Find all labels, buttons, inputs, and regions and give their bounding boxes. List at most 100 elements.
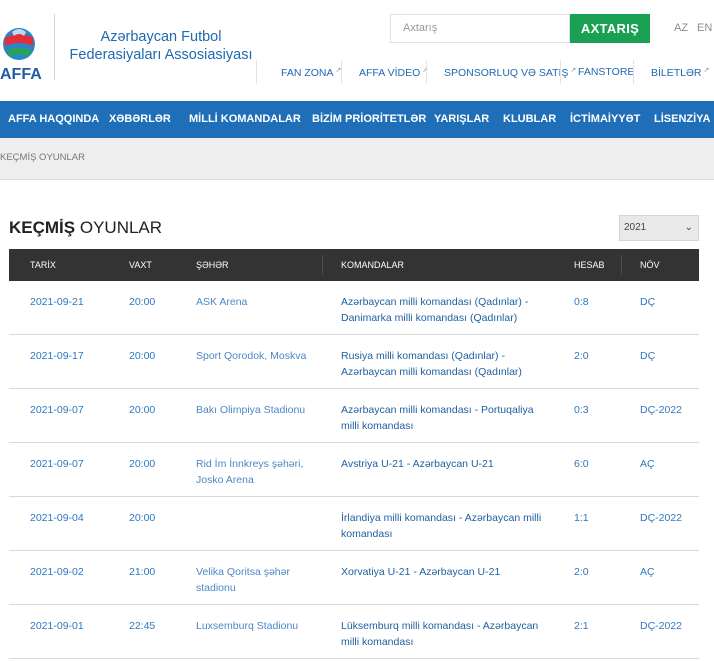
- topnav-label: BİLETLƏR: [651, 67, 702, 79]
- lang-en-link[interactable]: EN: [697, 22, 712, 34]
- cell-date: 2021-09-07: [30, 404, 84, 416]
- column-divider: [621, 255, 622, 275]
- column-header-city: ŞƏHƏR: [196, 260, 229, 270]
- topnav-affa-video[interactable]: AFFA VİDEO↗: [359, 66, 428, 79]
- table-row: 2021-09-01 22:45 Luxsemburq Stadionu Lük…: [9, 605, 699, 659]
- cell-type: AÇ: [640, 566, 655, 578]
- cell-teams-link[interactable]: Xorvatiya U-21 - Azərbaycan U-21: [341, 564, 546, 580]
- cell-time: 20:00: [129, 404, 156, 416]
- page-title-rest: OYUNLAR: [79, 218, 163, 237]
- cell-score: 6:0: [574, 458, 589, 470]
- cell-teams-link[interactable]: Azərbaycan milli komandası (Qadınlar) - …: [341, 294, 546, 326]
- cell-date: 2021-09-21: [30, 296, 84, 308]
- column-header-time: VAXT: [129, 260, 152, 270]
- external-link-icon: ↗: [703, 67, 710, 74]
- cell-time: 20:00: [129, 512, 156, 524]
- year-select[interactable]: 2021 ⌄: [619, 215, 699, 241]
- column-divider: [322, 255, 323, 275]
- cell-type: DÇ: [640, 296, 656, 308]
- search-button[interactable]: AXTARIŞ: [570, 14, 650, 43]
- topnav-divider: [633, 60, 634, 84]
- nav-affa-haqqinda[interactable]: AFFA HAQQINDA: [8, 101, 99, 138]
- cell-time: 20:00: [129, 458, 156, 470]
- column-header-score: HESAB: [574, 260, 605, 270]
- topnav-fanstore[interactable]: FANSTORE: [578, 66, 634, 78]
- cell-date: 2021-09-17: [30, 350, 84, 362]
- cell-city: ASK Arena: [196, 296, 248, 308]
- cell-score: 2:0: [574, 350, 589, 362]
- search-input[interactable]: Axtarış: [390, 14, 570, 43]
- table-row: 2021-09-21 20:00 ASK Arena Azərbaycan mi…: [9, 281, 699, 335]
- lang-az-link[interactable]: AZ: [674, 22, 688, 34]
- cell-date: 2021-09-01: [30, 620, 84, 632]
- cell-city: Luxsemburq Stadionu: [196, 620, 299, 632]
- topnav-label: SPONSORLUQ VƏ SATIŞ: [444, 67, 569, 79]
- org-name-line1: Azərbaycan Futbol: [100, 29, 222, 45]
- breadcrumb: KEÇMİŞ OYUNLAR: [0, 138, 714, 180]
- topnav-label: AFFA VİDEO: [359, 67, 421, 79]
- column-header-date: TARİX: [30, 260, 56, 270]
- chevron-down-icon: ⌄: [684, 222, 693, 233]
- topnav-label: FAN ZONA: [281, 67, 334, 79]
- nav-klublar[interactable]: KLUBLAR: [503, 101, 556, 138]
- topnav-sponsorluq[interactable]: SPONSORLUQ VƏ SATIŞ ↗: [444, 66, 576, 79]
- cell-score: 2:0: [574, 566, 589, 578]
- table-row: 2021-09-02 21:00 Velika Qoritsa şəhər st…: [9, 551, 699, 605]
- org-name-line2: Federasiyaları Assosiasiyası: [69, 47, 253, 63]
- table-row: 2021-09-07 20:00 Bakı Olimpiya Stadionu …: [9, 389, 699, 443]
- logo-wordmark: AFFA: [0, 66, 42, 83]
- cell-time: 20:00: [129, 350, 156, 362]
- external-link-icon: ↗: [570, 67, 577, 74]
- topnav-divider: [426, 60, 427, 84]
- cell-time: 22:45: [129, 620, 156, 632]
- table-row: 2021-09-07 20:00 Rid İm İnnkreys şəhəri,…: [9, 443, 699, 497]
- cell-city: Sport Qorodok, Moskva: [196, 350, 307, 362]
- year-select-value: 2021: [624, 222, 647, 233]
- cell-city: Velika Qoritsa şəhər stadionu: [196, 566, 290, 594]
- cell-city: Bakı Olimpiya Stadionu: [196, 404, 306, 416]
- column-header-teams: KOMANDALAR: [341, 260, 405, 270]
- cell-score: 0:8: [574, 296, 589, 308]
- cell-type: DÇ-2022: [640, 512, 683, 524]
- cell-score: 1:1: [574, 512, 589, 524]
- topnav-divider: [341, 60, 342, 84]
- topnav-biletler[interactable]: BİLETLƏR ↗: [651, 66, 709, 79]
- games-table-header: TARİX VAXT ŞƏHƏR KOMANDALAR HESAB NÖV: [9, 249, 699, 281]
- cell-teams-link[interactable]: Lüksemburq milli komandası - Azərbaycan …: [341, 618, 546, 650]
- cell-score: 0:3: [574, 404, 589, 416]
- topnav-fan-zona[interactable]: FAN ZONA ↗: [281, 66, 341, 79]
- cell-type: AÇ: [640, 458, 655, 470]
- page-title-bold: KEÇMİŞ: [9, 218, 76, 237]
- cell-teams-link[interactable]: Rusiya milli komandası (Qadınlar) - Azər…: [341, 348, 546, 380]
- nav-xeberler[interactable]: XƏBƏRLƏR: [109, 101, 171, 138]
- site-header: AFFA Azərbaycan Futbol Federasiyaları As…: [0, 0, 714, 101]
- logo-divider: [54, 14, 55, 80]
- topnav-divider: [560, 60, 561, 84]
- cell-teams-link[interactable]: Avstriya U-21 - Azərbaycan U-21: [341, 456, 546, 472]
- column-header-type: NÖV: [640, 260, 660, 270]
- affa-logo[interactable]: AFFA: [0, 10, 50, 88]
- cell-teams-link[interactable]: Azərbaycan milli komandası - Portuqaliya…: [341, 402, 546, 434]
- cell-city: Rid İm İnnkreys şəhəri, Josko Arena: [196, 458, 304, 486]
- nav-ictimaiyyet[interactable]: İCTİMAİYYƏT: [570, 101, 640, 138]
- cell-time: 21:00: [129, 566, 156, 578]
- organization-name[interactable]: Azərbaycan Futbol Federasiyaları Assosia…: [66, 28, 256, 64]
- cell-type: DÇ-2022: [640, 404, 683, 416]
- cell-score: 2:1: [574, 620, 589, 632]
- cell-type: DÇ-2022: [640, 620, 683, 632]
- cell-date: 2021-09-07: [30, 458, 84, 470]
- cell-time: 20:00: [129, 296, 156, 308]
- cell-date: 2021-09-04: [30, 512, 84, 524]
- nav-bizim-prioritetler[interactable]: BİZİM PRİORİTETLƏR: [312, 101, 426, 138]
- breadcrumb-current: KEÇMİŞ OYUNLAR: [0, 152, 85, 163]
- cell-type: DÇ: [640, 350, 656, 362]
- table-row: 2021-09-17 20:00 Sport Qorodok, Moskva R…: [9, 335, 699, 389]
- nav-lisenziya[interactable]: LİSENZİYA: [654, 101, 710, 138]
- topnav-divider: [256, 60, 257, 84]
- page-title: KEÇMİŞ OYUNLAR: [9, 218, 162, 238]
- cell-teams-link[interactable]: İrlandiya milli komandası - Azərbaycan m…: [341, 510, 546, 542]
- table-row: 2021-09-04 20:00 İrlandiya milli komanda…: [9, 497, 699, 551]
- cell-date: 2021-09-02: [30, 566, 84, 578]
- nav-milli-komandalar[interactable]: MİLLİ KOMANDALAR: [189, 101, 301, 138]
- nav-yarislar[interactable]: YARIŞLAR: [434, 101, 489, 138]
